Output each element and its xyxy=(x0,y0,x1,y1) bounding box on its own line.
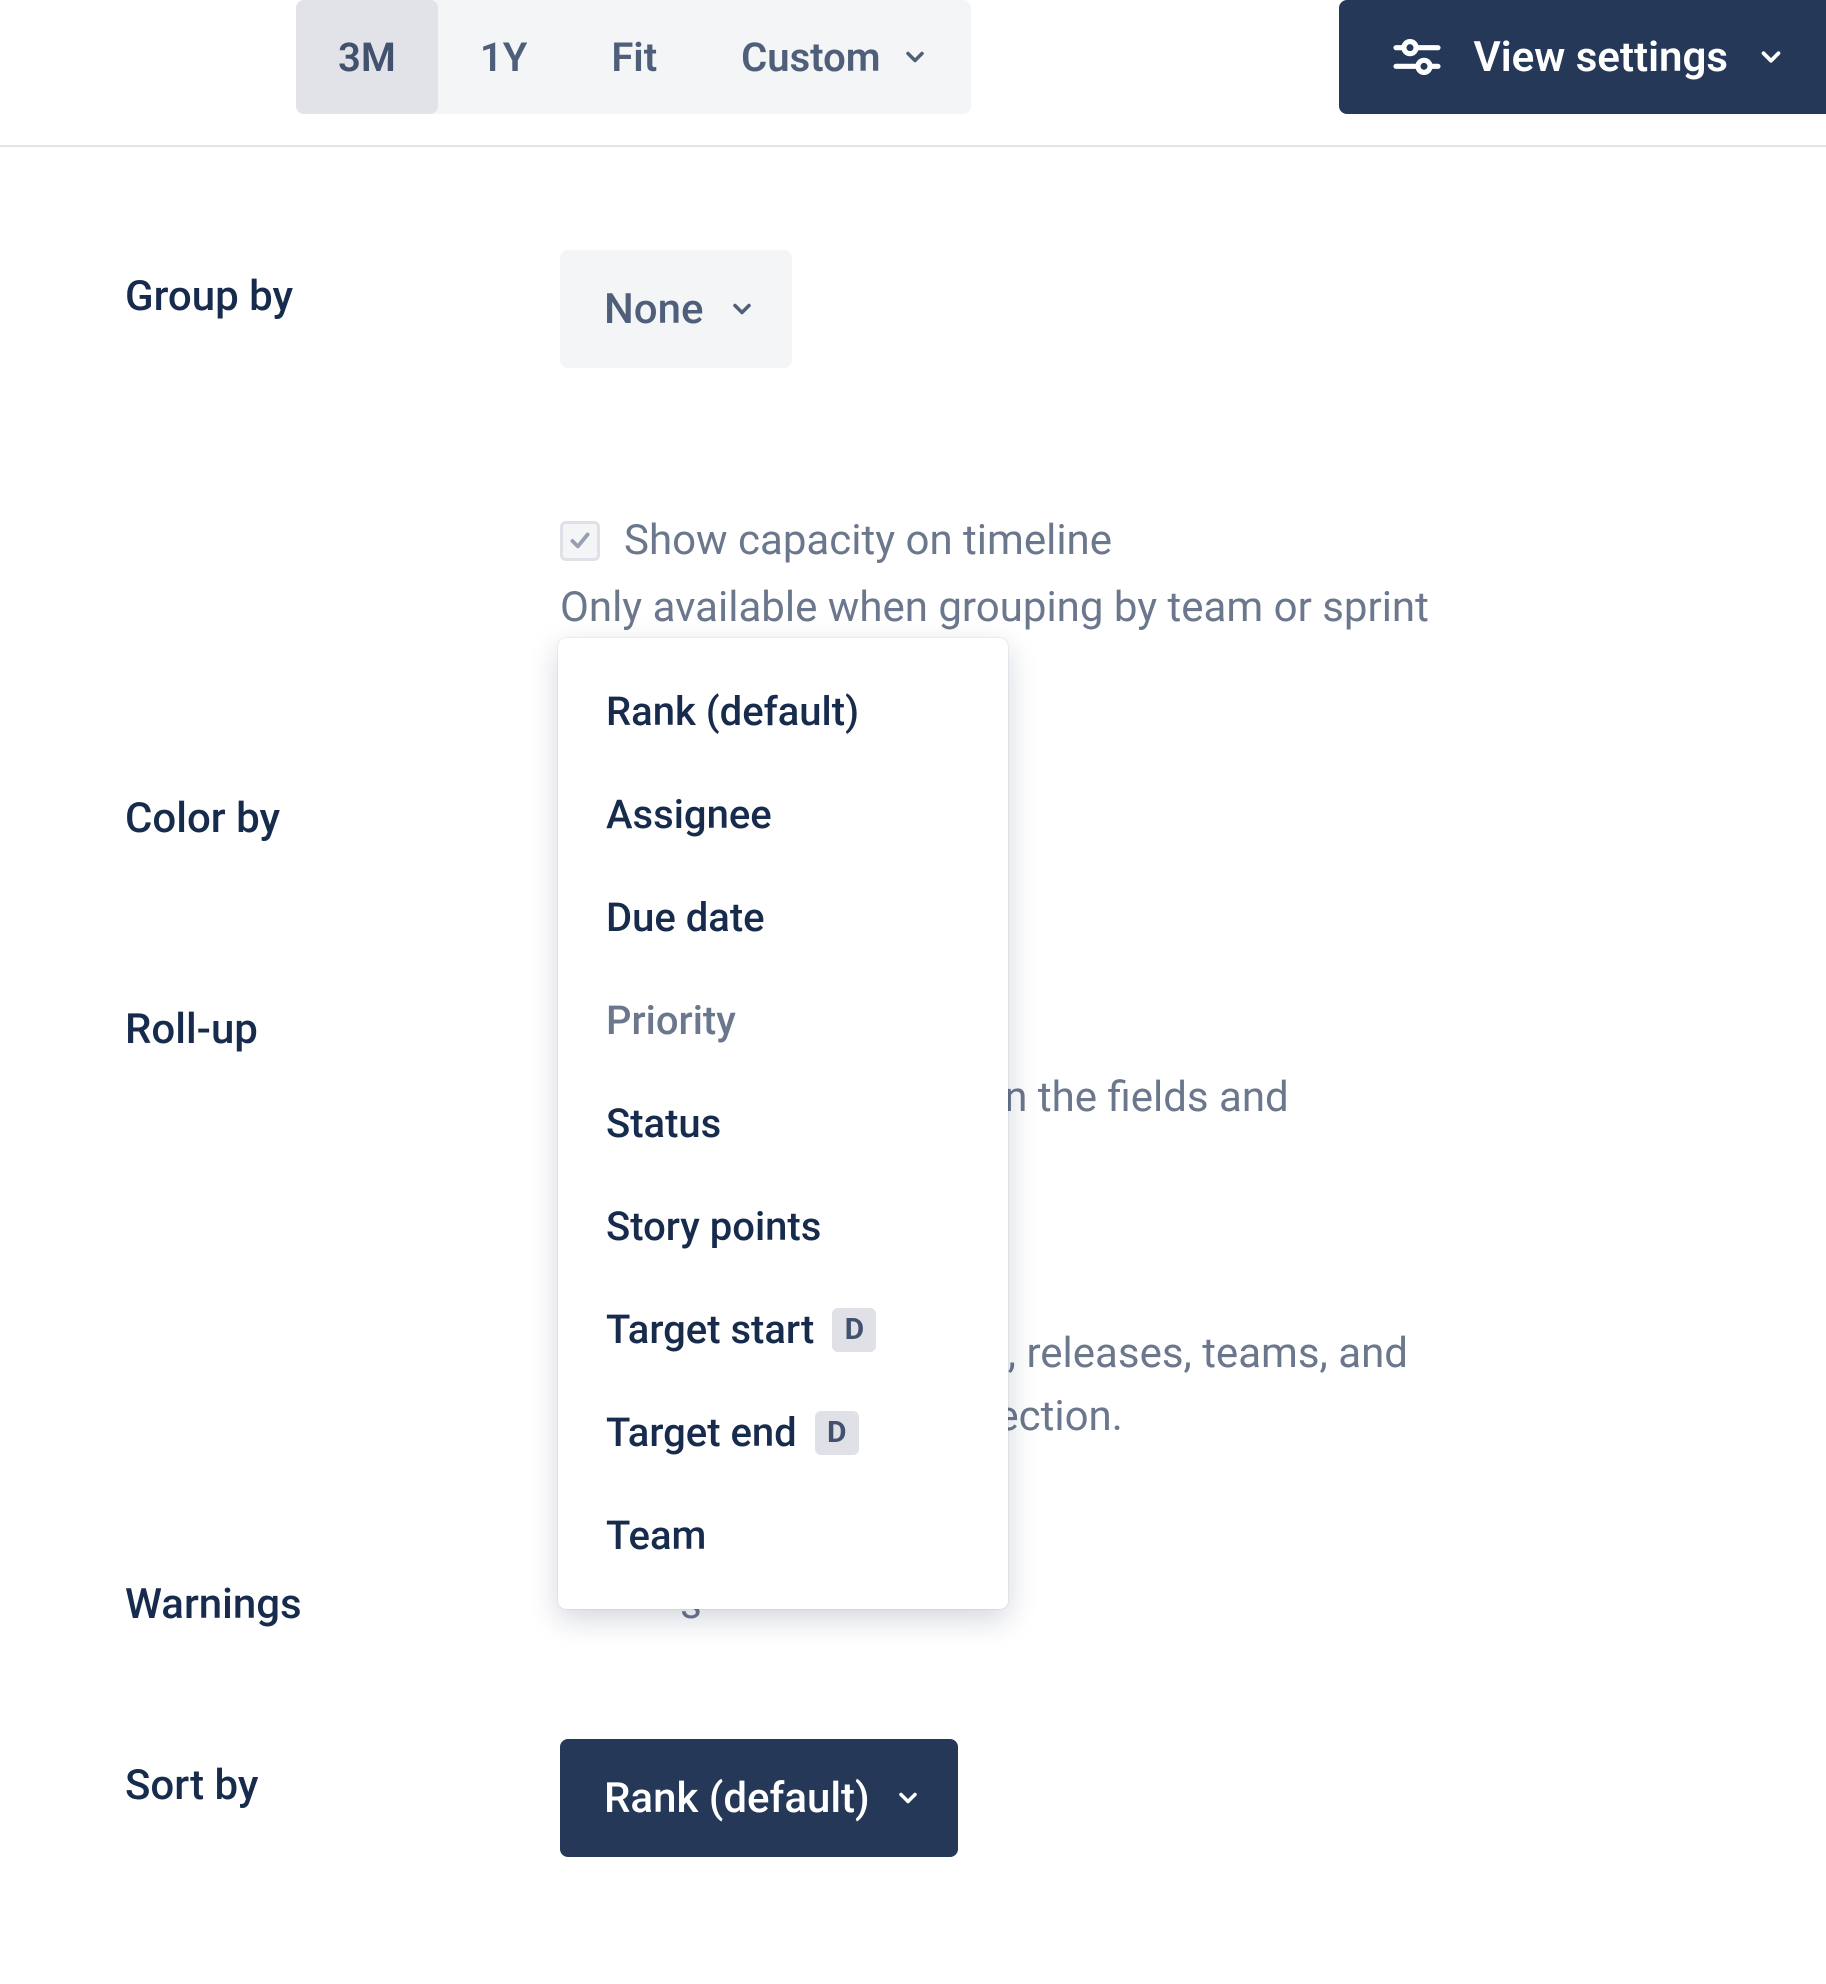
zoom-button-group: 3M 1Y Fit Custom xyxy=(296,0,971,114)
sort-option-story-points[interactable]: Story points xyxy=(558,1175,1008,1278)
zoom-1y-label: 1Y xyxy=(480,34,527,81)
capacity-checkbox-label: Show capacity on timeline xyxy=(624,516,1112,565)
sliders-icon xyxy=(1389,29,1445,85)
sort-option-priority[interactable]: Priority xyxy=(558,969,1008,1072)
zoom-custom-button[interactable]: Custom xyxy=(699,0,970,114)
zoom-3m-button[interactable]: 3M xyxy=(296,0,438,114)
sort-by-value: Rank (default) xyxy=(604,1774,870,1823)
capacity-checkbox-row: Show capacity on timeline xyxy=(560,516,1766,565)
chevron-down-icon xyxy=(894,1784,922,1812)
zoom-1y-button[interactable]: 1Y xyxy=(438,0,569,114)
roll-up-label: Roll-up xyxy=(125,983,560,1054)
sort-by-label: Sort by xyxy=(125,1739,560,1810)
capacity-checkbox[interactable] xyxy=(560,521,600,561)
zoom-fit-button[interactable]: Fit xyxy=(569,0,699,114)
sort-option-label: Target start xyxy=(606,1306,814,1353)
sort-option-label: Status xyxy=(606,1100,721,1147)
sort-option-target-end[interactable]: Target end D xyxy=(558,1381,1008,1484)
chevron-down-icon xyxy=(901,43,929,71)
sort-option-label: Story points xyxy=(606,1203,821,1250)
date-badge: D xyxy=(815,1411,859,1455)
sort-option-target-start[interactable]: Target start D xyxy=(558,1278,1008,1381)
sort-option-status[interactable]: Status xyxy=(558,1072,1008,1175)
color-by-label: Color by xyxy=(125,772,560,843)
group-by-label: Group by xyxy=(125,250,560,321)
date-badge: D xyxy=(832,1308,876,1352)
sort-option-label: Rank (default) xyxy=(606,688,859,735)
sort-option-label: Team xyxy=(606,1512,706,1559)
sort-option-label: Target end xyxy=(606,1409,797,1456)
sort-option-label: Due date xyxy=(606,894,765,941)
view-settings-button[interactable]: View settings xyxy=(1339,0,1826,114)
sort-by-menu: Rank (default) Assignee Due date Priorit… xyxy=(558,638,1008,1609)
zoom-custom-label: Custom xyxy=(741,34,880,81)
group-by-dropdown[interactable]: None xyxy=(560,250,792,368)
chevron-down-icon xyxy=(1756,42,1786,72)
zoom-fit-label: Fit xyxy=(611,34,657,81)
sort-option-rank[interactable]: Rank (default) xyxy=(558,660,1008,763)
sort-option-team[interactable]: Team xyxy=(558,1484,1008,1587)
sort-option-label: Priority xyxy=(606,997,736,1044)
sort-option-label: Assignee xyxy=(606,791,772,838)
group-by-row: Group by None xyxy=(125,250,1766,368)
chevron-down-icon xyxy=(728,295,756,323)
sort-by-dropdown[interactable]: Rank (default) xyxy=(560,1739,958,1857)
zoom-3m-label: 3M xyxy=(338,34,396,81)
sort-option-assignee[interactable]: Assignee xyxy=(558,763,1008,866)
capacity-help-text: Only available when grouping by team or … xyxy=(560,583,1766,632)
group-by-value: None xyxy=(604,285,704,334)
top-toolbar: 3M 1Y Fit Custom View settings xyxy=(0,0,1826,147)
sort-option-due-date[interactable]: Due date xyxy=(558,866,1008,969)
sort-by-row: Sort by Rank (default) xyxy=(125,1739,1766,1857)
capacity-block: Show capacity on timeline Only available… xyxy=(560,516,1766,632)
warnings-label: Warnings xyxy=(125,1558,560,1629)
view-settings-label: View settings xyxy=(1473,33,1728,82)
